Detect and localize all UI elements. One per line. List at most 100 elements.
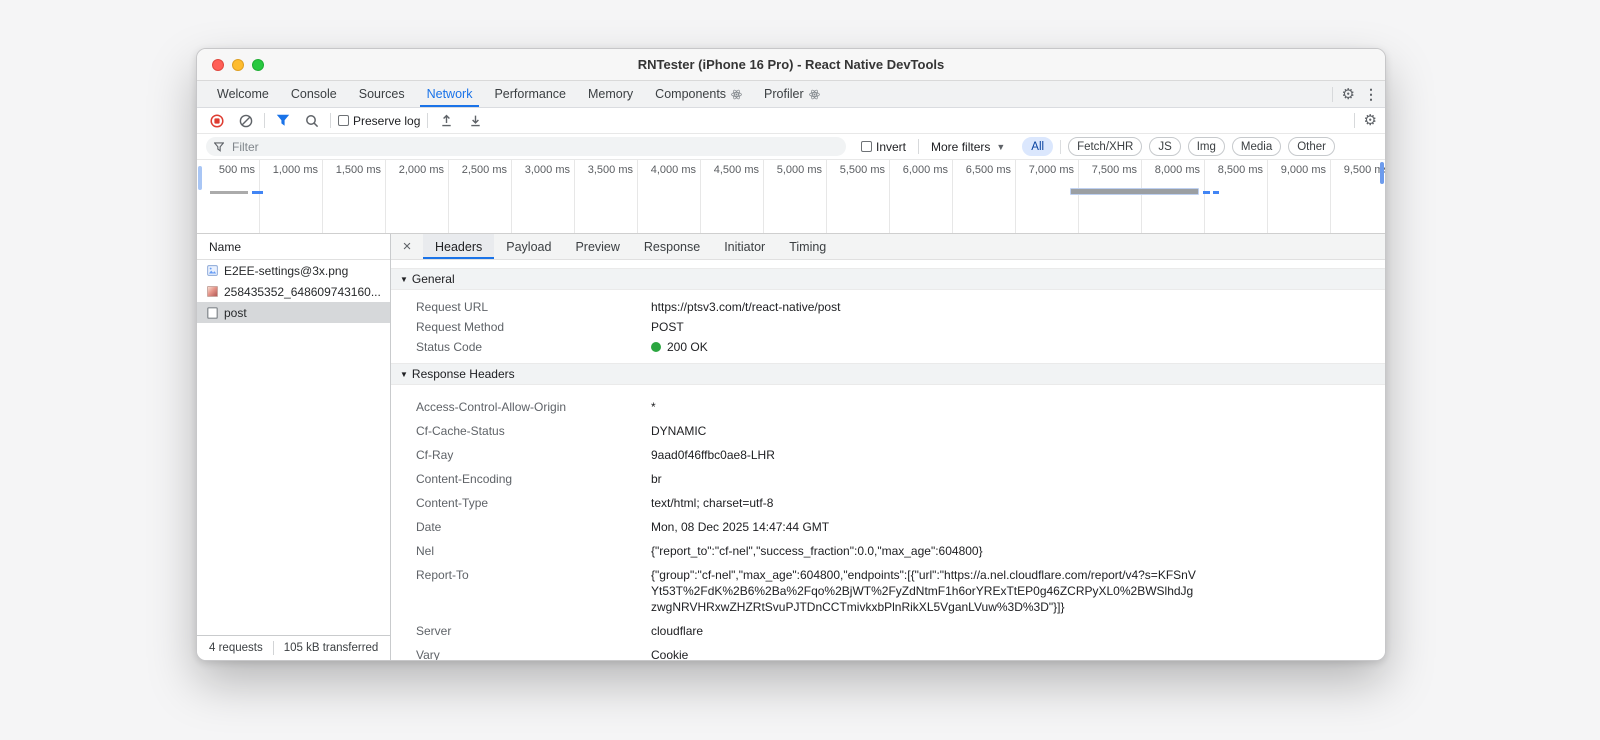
timeline-tick-label: 1,500 ms [335,164,381,176]
header-value: POST [651,320,684,334]
header-value: cloudflare [651,624,704,638]
header-row: Cf-Ray 9aad0f46ffbc0ae8-LHR [416,447,1385,463]
timeline-tick: 6,000 ms [890,160,953,233]
tab-components[interactable]: Components [644,81,753,107]
timeline-tick: 3,500 ms [575,160,638,233]
timeline-tick: 2,000 ms [386,160,449,233]
preserve-log-label[interactable]: Preserve log [353,114,420,128]
tab-console[interactable]: Console [280,81,348,107]
search-icon[interactable] [301,111,323,131]
tab-sources[interactable]: Sources [348,81,416,107]
details-tab-preview[interactable]: Preview [563,234,631,259]
header-value: 200 OK [651,339,708,355]
tab-network[interactable]: Network [416,81,484,107]
header-row: Date Mon, 08 Dec 2025 14:47:44 GMT [416,519,1385,535]
close-window-button[interactable] [212,58,224,71]
preserve-log-control: Preserve log [338,114,420,128]
filter-input-box[interactable] [206,137,846,156]
timeline-tick-label: 3,500 ms [587,164,633,176]
header-row: Request URL https://ptsv3.com/t/react-na… [416,299,1385,315]
timeline-tick-label: 4,000 ms [650,164,696,176]
network-settings-gear-icon[interactable]: ⚙ [1364,113,1377,128]
header-label: Cf-Cache-Status [416,424,505,438]
clear-network-log-button[interactable] [235,111,257,131]
filter-pill-other[interactable]: Other [1288,137,1335,156]
details-tab-headers[interactable]: Headers [423,234,495,259]
waterfall-bar [1213,191,1219,194]
import-har-icon[interactable] [435,111,457,131]
image-thumbnail-icon [207,286,218,297]
filter-pill-fetch-xhr[interactable]: Fetch/XHR [1068,137,1143,156]
disclosure-triangle-icon: ▼ [400,274,408,284]
general-section-title: General [411,272,455,286]
close-details-icon[interactable]: × [391,234,423,259]
divider [330,113,331,128]
tab-welcome[interactable]: Welcome [206,81,280,107]
details-tab-payload[interactable]: Payload [494,234,563,259]
name-column-header[interactable]: Name [197,234,390,260]
tab-performance[interactable]: Performance [483,81,577,107]
timeline-tick: 500 ms [197,160,260,233]
requests-list-empty-area [197,323,390,635]
filter-pill-img[interactable]: Img [1187,137,1225,156]
timeline-tick: 4,000 ms [638,160,701,233]
tab-memory[interactable]: Memory [577,81,644,107]
filter-pill-js[interactable]: JS [1149,137,1181,156]
preserve-log-checkbox[interactable] [338,115,349,126]
timeline-tick-label: 9,000 ms [1280,164,1326,176]
timeline-scrollbar-thumb[interactable] [1380,162,1384,184]
header-row: Content-Encoding br [416,471,1385,487]
filter-toggle-icon[interactable] [272,111,294,131]
request-name: post [224,305,247,320]
window-titlebar: RNTester (iPhone 16 Pro) - React Native … [197,49,1385,81]
request-row-selected[interactable]: post [197,302,390,323]
timeline-scrollbar-thumb[interactable] [198,166,202,190]
details-tab-response[interactable]: Response [632,234,712,259]
invert-checkbox[interactable] [861,141,872,152]
network-overview-timeline[interactable]: 500 ms 1,000 ms 1,500 ms 2,000 ms 2,500 ms 3,… [197,160,1385,234]
invert-label[interactable]: Invert [876,140,906,154]
request-row[interactable]: 258435352_648609743160... [197,281,390,302]
filter-pill-media[interactable]: Media [1231,137,1282,156]
details-tab-timing[interactable]: Timing [777,234,838,259]
export-har-icon[interactable] [464,111,486,131]
divider [1060,139,1062,154]
divider [1353,113,1355,128]
response-headers-section-header[interactable]: ▼ Response Headers [391,363,1385,385]
general-section-header[interactable]: ▼ General [391,268,1385,290]
header-value: {"report_to":"cf-nel","success_fraction"… [651,544,983,558]
headers-content: ▼ General Request URL https://ptsv3.com/… [391,260,1385,660]
settings-gear-icon[interactable]: ⚙ [1342,87,1355,102]
header-label: Date [416,520,442,534]
header-label: Cf-Ray [416,448,454,462]
header-row: Report-To {"group":"cf-nel","max_age":60… [416,567,1385,615]
timeline-tick: 6,500 ms [953,160,1016,233]
waterfall-bar [210,191,248,194]
header-value: Mon, 08 Dec 2025 14:47:44 GMT [651,520,830,534]
minimize-window-button[interactable] [232,58,244,71]
filter-pill-all[interactable]: All [1022,137,1054,156]
disclosure-triangle-icon: ▼ [400,369,408,379]
tab-bar-right-controls: ⚙ ⋮ [1331,81,1385,107]
request-row[interactable]: E2EE-settings@3x.png [197,260,390,281]
header-label: Nel [416,544,435,558]
devtools-window: RNTester (iPhone 16 Pro) - React Native … [196,48,1386,661]
details-tab-initiator[interactable]: Initiator [712,234,777,259]
image-icon [207,265,218,276]
filter-input[interactable] [230,138,838,155]
timeline-tick: 8,000 ms [1142,160,1205,233]
tab-profiler[interactable]: Profiler [753,81,831,107]
response-headers-section-title: Response Headers [411,367,515,381]
invert-control: Invert [861,140,906,154]
waterfall-bar [252,191,263,194]
timeline-tick-label: 9,500 ms [1343,164,1385,176]
timeline-tick-label: 1,000 ms [272,164,318,176]
header-row: Vary Cookie [416,647,1385,660]
more-options-menu-icon[interactable]: ⋮ [1364,87,1378,101]
network-summary-bar: 4 requests 105 kB transferred [197,635,390,660]
stop-recording-button[interactable] [206,111,228,131]
timeline-tick: 5,500 ms [827,160,890,233]
timeline-tick: 3,000 ms [512,160,575,233]
fullscreen-window-button[interactable] [252,58,264,71]
more-filters-dropdown[interactable]: More filters ▼ [931,140,1005,154]
